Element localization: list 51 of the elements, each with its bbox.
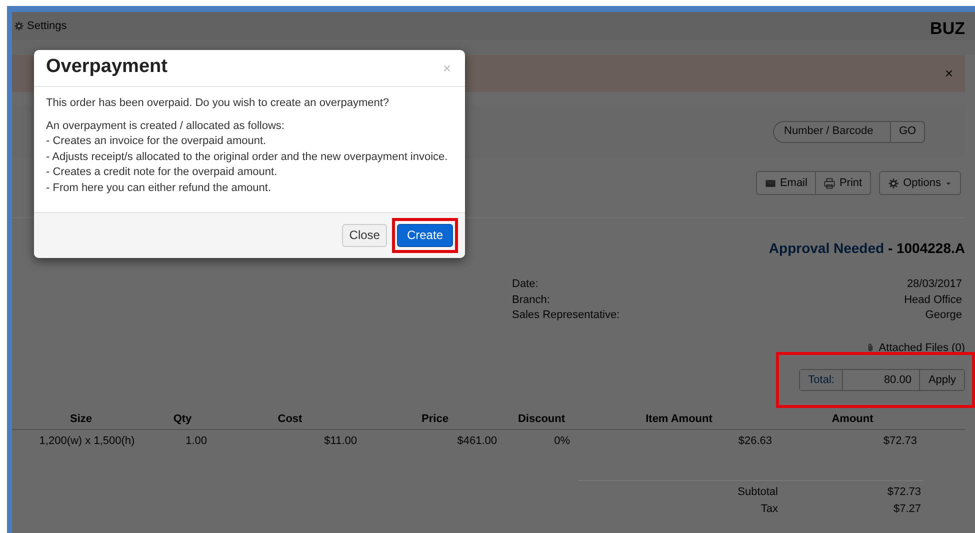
create-button[interactable]: Create [396,224,453,247]
table-cell-text: $26.63 [737,434,773,450]
total-label: Subtotal [736,484,778,500]
column-header: Qty [150,408,215,430]
modal-text: - From here you can either refund the amount. [46,180,272,196]
close-icon[interactable]: × [944,63,953,84]
column-header: Size [12,408,150,430]
total-label: Total: [800,370,844,390]
detail-value: Head Office [904,292,962,308]
detail-label: Branch: [512,292,551,308]
column-header: Discount [505,408,578,430]
modal-text: - Creates a credit note for the overpaid amount. [46,165,278,180]
total-value: $7.27 [892,502,921,517]
apply-button[interactable]: Apply [919,370,964,390]
table-cell-text: $72.73 [882,434,918,450]
modal-text: - Adjusts receipt/s allocated to the original order and the new overpayment invoice. [46,150,449,164]
paperclip-icon [866,342,875,354]
total-value: $72.73 [886,484,921,500]
search-field[interactable]: Number / Barcode [773,120,891,142]
nav-title[interactable]: Settings [27,18,67,34]
print-button[interactable]: Print [816,171,872,195]
gear-icon [888,178,900,188]
table-cell-text: 1.00 [184,434,208,450]
detail-label: Date: [512,277,540,292]
column-header: Cost [215,408,365,430]
table-cell-text: $461.00 [456,434,498,450]
close-button[interactable]: Close [342,224,387,247]
modal-title: Overpayment [46,56,168,79]
status-label: Approval Needed [768,240,884,256]
column-header: Item Amount [578,408,780,430]
total-label: Tax [760,502,778,517]
order-number: - 1004228.A [888,240,965,256]
modal-text: An overpayment is created / allocated as follows: [46,118,286,134]
table-cell-text: $11.00 [323,434,358,450]
detail-label: Sales Representative: [512,308,621,323]
mail-icon [764,178,776,188]
table-cell-text: 1,200(w) x 1,500(h) [38,434,136,450]
go-button[interactable]: GO [891,120,925,142]
printer-icon [824,178,836,188]
column-header: Price [365,408,505,430]
logo-text: BUZ [930,20,965,36]
email-button[interactable]: Email [756,171,816,195]
caret-icon [945,180,952,186]
gear-icon [14,21,24,31]
detail-value: 28/03/2017 [906,277,962,292]
detail-value: George [924,308,962,323]
modal-text: - Creates an invoice for the overpaid amount. [46,134,268,149]
modal-text: This order has been overpaid. Do you wish to create an overpayment? [46,96,390,111]
column-header: Amount [780,408,925,430]
options-button[interactable]: Options [879,171,961,195]
table-cell-text: 0% [553,434,571,450]
